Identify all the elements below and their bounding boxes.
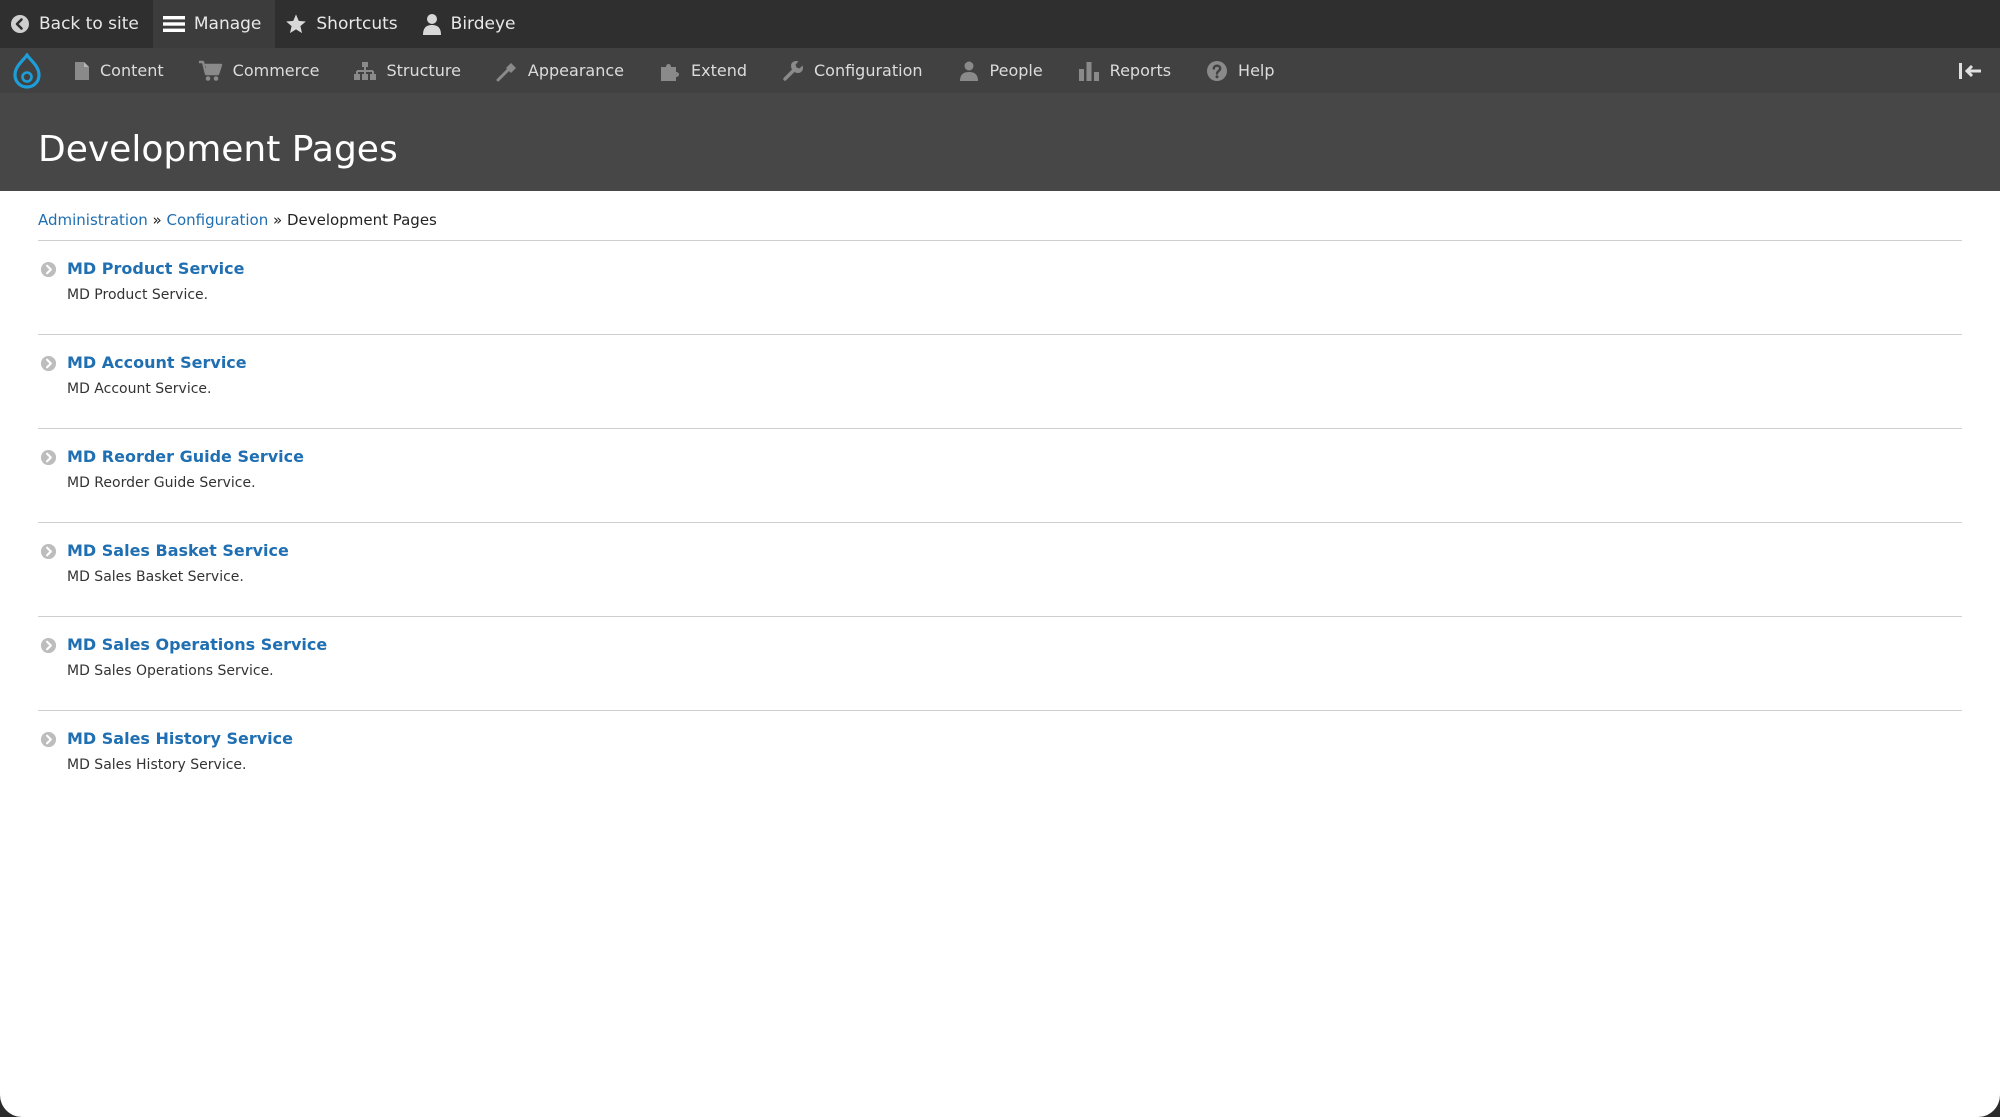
list-item: MD Sales History Service MD Sales Histor… (38, 711, 1962, 805)
arrow-circle-icon (40, 543, 57, 560)
service-link[interactable]: MD Sales History Service (67, 729, 293, 748)
tray-item-help-label: Help (1238, 61, 1275, 80)
tray-item-extend[interactable]: Extend (639, 48, 762, 93)
arrow-circle-icon (40, 355, 57, 372)
help-icon (1207, 60, 1228, 81)
list-item: MD Sales Operations Service MD Sales Ope… (38, 617, 1962, 711)
breadcrumb-current: Development Pages (287, 211, 437, 229)
breadcrumb-separator: » (152, 211, 162, 229)
tray-item-content[interactable]: Content (54, 48, 179, 93)
service-description: MD Reorder Guide Service. (67, 475, 256, 491)
list-item: MD Reorder Guide Service MD Reorder Guid… (38, 429, 1962, 523)
manage-label: Manage (193, 14, 262, 34)
arrow-circle-icon (40, 261, 57, 278)
collapse-left-icon (1959, 62, 1981, 79)
arrow-circle-icon (40, 637, 57, 654)
tray-item-help[interactable]: Help (1186, 48, 1289, 93)
admin-menu-tray: Content Commerce Structure Appearance Ex… (0, 48, 2000, 93)
breadcrumb-link-configuration[interactable]: Configuration (167, 211, 269, 229)
app-window: Back to site Manage Shortcuts Birdeye Co… (0, 0, 2000, 1117)
arrow-circle-icon (40, 731, 57, 748)
star-icon (286, 14, 307, 34)
user-tab[interactable]: Birdeye (412, 0, 530, 48)
service-description: MD Sales History Service. (67, 757, 247, 773)
service-link[interactable]: MD Account Service (67, 353, 247, 372)
page-title: Development Pages (38, 129, 398, 170)
tray-item-commerce[interactable]: Commerce (179, 48, 335, 93)
tray-item-extend-label: Extend (691, 61, 747, 80)
tray-item-configuration-label: Configuration (814, 61, 923, 80)
drupal-drop-icon (13, 52, 41, 89)
list-item: MD Sales Basket Service MD Sales Basket … (38, 523, 1962, 617)
service-link[interactable]: MD Sales Basket Service (67, 541, 289, 560)
service-description: MD Product Service. (67, 287, 209, 303)
page-header: Development Pages (0, 93, 2000, 191)
document-icon (75, 61, 89, 80)
tray-item-reports[interactable]: Reports (1058, 48, 1186, 93)
toolbar: Back to site Manage Shortcuts Birdeye (0, 0, 2000, 48)
admin-list: MD Product Service MD Product Service. M… (38, 240, 1962, 805)
shortcuts-tab[interactable]: Shortcuts (275, 0, 411, 48)
tray-item-commerce-label: Commerce (232, 61, 320, 80)
shortcuts-label: Shortcuts (316, 14, 398, 34)
tray-item-content-label: Content (100, 61, 164, 80)
arrow-circle-icon (40, 449, 57, 466)
tray-item-people-label: People (989, 61, 1043, 80)
tray-item-configuration[interactable]: Configuration (762, 48, 938, 93)
breadcrumb: Administration » Configuration » Develop… (38, 211, 437, 229)
back-to-site-link[interactable]: Back to site (0, 0, 153, 48)
puzzle-icon (661, 63, 679, 81)
service-description: MD Sales Basket Service. (67, 569, 244, 585)
drupal-logo[interactable] (0, 48, 54, 93)
user-icon (422, 14, 441, 35)
bar-chart-icon (1078, 61, 1099, 81)
cart-icon (198, 60, 222, 81)
people-icon (959, 61, 978, 81)
service-description: MD Account Service. (67, 381, 212, 397)
tray-item-structure[interactable]: Structure (334, 48, 475, 93)
tray-item-appearance[interactable]: Appearance (476, 48, 639, 93)
tray-item-appearance-label: Appearance (527, 61, 624, 80)
service-link[interactable]: MD Product Service (67, 259, 244, 278)
tray-item-reports-label: Reports (1109, 61, 1172, 80)
list-item: MD Account Service MD Account Service. (38, 335, 1962, 429)
user-label: Birdeye (450, 14, 516, 34)
sitemap-icon (354, 61, 377, 80)
tray-item-people[interactable]: People (938, 48, 1058, 93)
breadcrumb-separator: » (273, 211, 283, 229)
tray-orientation-toggle[interactable] (1950, 48, 1990, 93)
service-link[interactable]: MD Reorder Guide Service (67, 447, 304, 466)
breadcrumb-link-administration[interactable]: Administration (38, 211, 148, 229)
hamburger-icon (162, 16, 185, 32)
wrench-icon (783, 60, 803, 81)
service-link[interactable]: MD Sales Operations Service (67, 635, 327, 654)
back-circle-icon (11, 15, 29, 33)
back-to-site-label: Back to site (39, 14, 139, 34)
manage-tab[interactable]: Manage (152, 0, 276, 48)
list-item: MD Product Service MD Product Service. (38, 241, 1962, 335)
service-description: MD Sales Operations Service. (67, 663, 274, 679)
brush-icon (496, 62, 516, 81)
tray-item-structure-label: Structure (386, 61, 461, 80)
